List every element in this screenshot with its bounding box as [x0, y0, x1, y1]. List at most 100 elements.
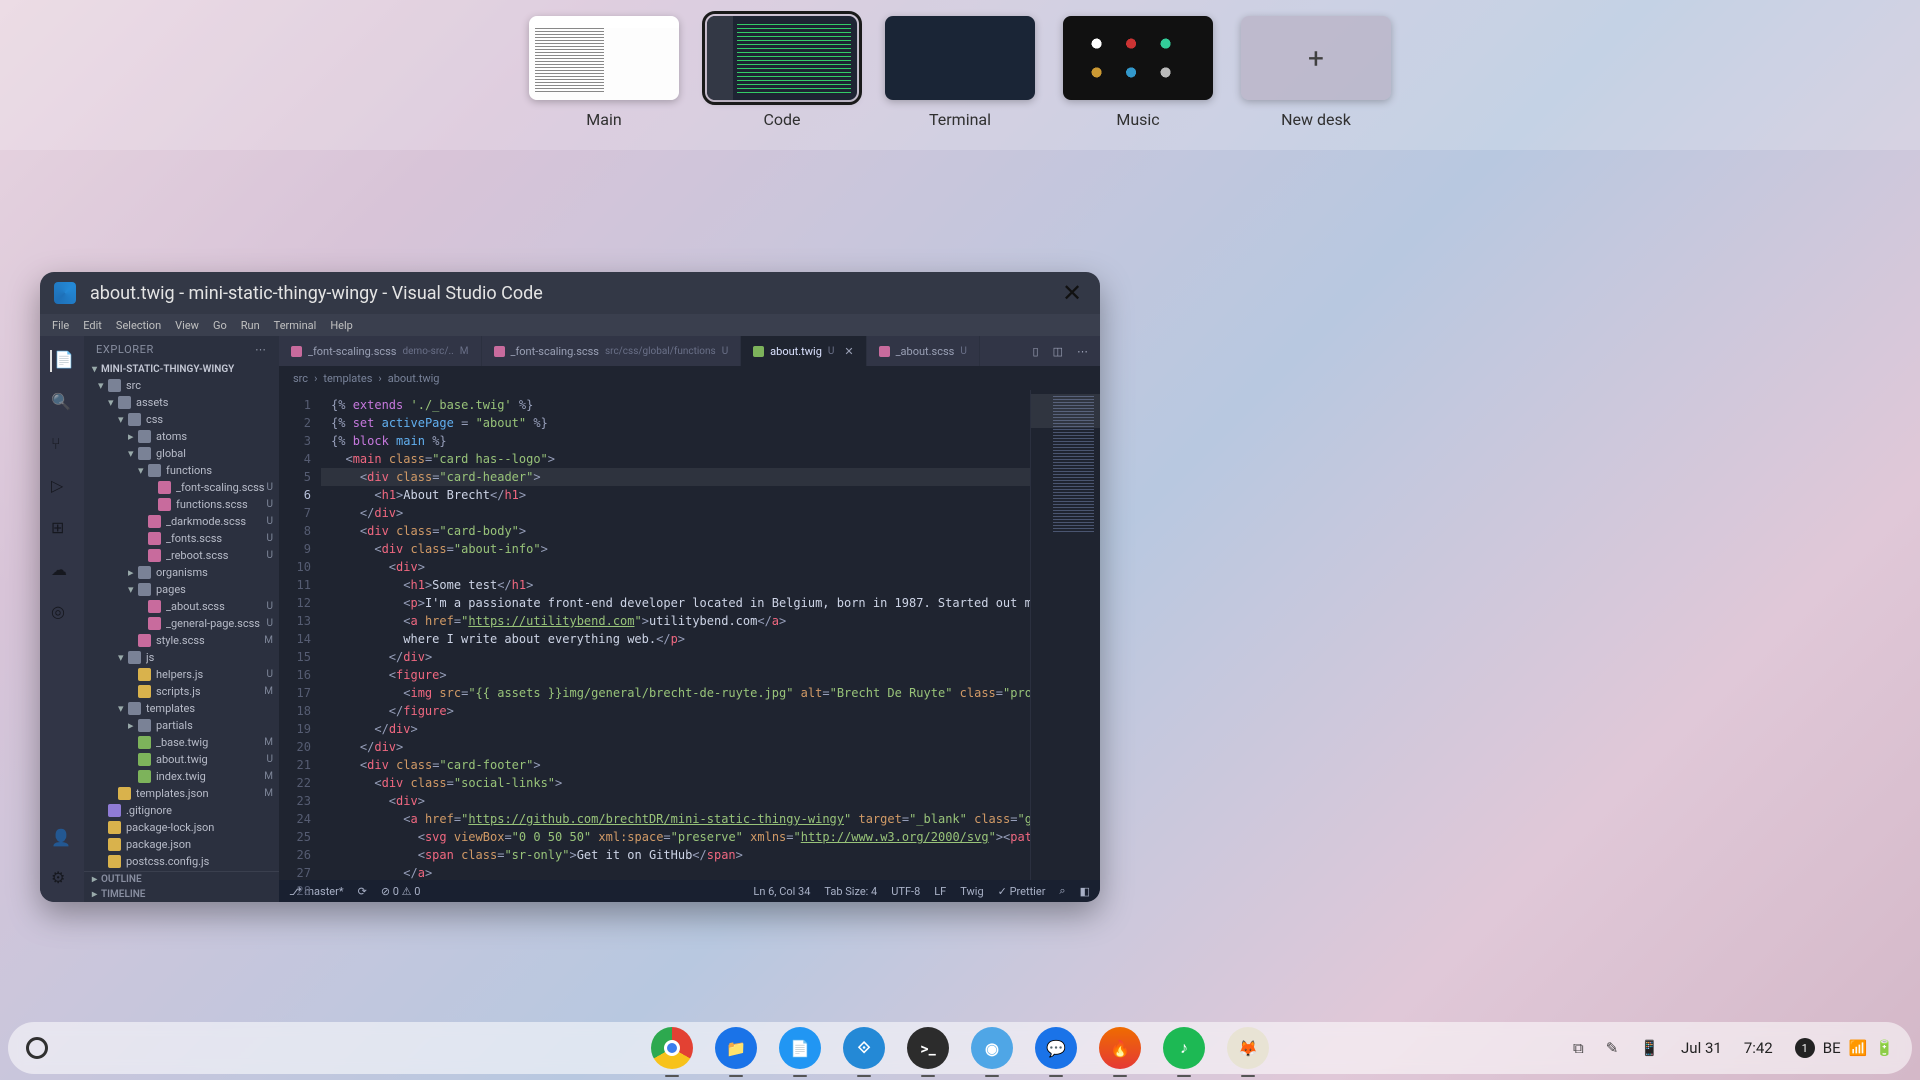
status-item[interactable]: LF [934, 885, 946, 898]
app-spotify[interactable]: ♪ [1163, 1027, 1205, 1069]
app-terminal[interactable]: >_ [907, 1027, 949, 1069]
account-icon[interactable]: 👤 [51, 828, 73, 850]
minimap[interactable] [1030, 390, 1100, 880]
scm-icon[interactable]: ⑂ [51, 434, 73, 456]
menu-run[interactable]: Run [241, 319, 260, 332]
file-item[interactable]: style.scssM [88, 632, 279, 649]
overview-window-vscode[interactable]: about.twig - mini-static-thingy-wingy - … [40, 272, 1100, 902]
tab-action-icon[interactable]: ▯ [1033, 345, 1039, 358]
code-editor[interactable]: 1234567891011121314151617181920212223242… [279, 390, 1100, 880]
status-item[interactable]: Twig [960, 885, 983, 898]
folder-item[interactable]: ▾js [88, 649, 279, 666]
remote-icon[interactable]: ☁ [51, 560, 73, 582]
menu-terminal[interactable]: Terminal [274, 319, 317, 332]
file-item[interactable]: package-lock.json [88, 819, 279, 836]
status-area[interactable]: 1 BE 📶 🔋 [1795, 1038, 1894, 1058]
app-docs[interactable]: 📄 [779, 1027, 821, 1069]
file-item[interactable]: functions.scssU [88, 496, 279, 513]
live-icon[interactable]: ◎ [51, 602, 73, 624]
crumb[interactable]: src [293, 372, 308, 385]
status-item[interactable]: ⌕ [1059, 884, 1065, 898]
app-gimp[interactable]: 🦊 [1227, 1027, 1269, 1069]
file-item[interactable]: .gitignore [88, 802, 279, 819]
app-vscode[interactable]: ⟐ [843, 1027, 885, 1069]
status-item[interactable]: Ln 6, Col 34 [753, 885, 810, 898]
explorer-icon[interactable]: 📄 [50, 350, 72, 372]
file-item[interactable]: _reboot.scssU [88, 547, 279, 564]
code-area[interactable]: {% extends './_base.twig' %}{% set activ… [321, 390, 1030, 880]
folder-item[interactable]: ▾global [88, 445, 279, 462]
folder-item[interactable]: ▾pages [88, 581, 279, 598]
app-messages[interactable]: 💬 [1035, 1027, 1077, 1069]
status-item[interactable]: ✓ Prettier [998, 885, 1046, 898]
menu-edit[interactable]: Edit [83, 319, 102, 332]
tab-action-icon[interactable]: ◫ [1053, 345, 1063, 358]
folder-item[interactable]: ▾src [88, 377, 279, 394]
folder-item[interactable]: ▾functions [88, 462, 279, 479]
tab-action-icon[interactable]: ⋯ [1077, 345, 1088, 358]
tote-icon[interactable]: ⧉ [1573, 1039, 1584, 1057]
file-item[interactable]: postcss.config.js [88, 853, 279, 870]
menu-selection[interactable]: Selection [116, 319, 161, 332]
desk-code[interactable]: Code [707, 16, 857, 129]
file-item[interactable]: _font-scaling.scssU [88, 479, 279, 496]
file-item[interactable]: helpers.jsU [88, 666, 279, 683]
file-item[interactable]: _base.twigM [88, 734, 279, 751]
breadcrumb[interactable]: src›templates›about.twig [279, 366, 1100, 390]
desk-music[interactable]: Music [1063, 16, 1213, 129]
menu-help[interactable]: Help [330, 319, 353, 332]
timeline-section[interactable]: ▸TIMELINE [84, 887, 279, 902]
file-item[interactable]: index.twigM [88, 768, 279, 785]
outline-section[interactable]: ▸OUTLINE [84, 872, 279, 887]
status-item[interactable]: ⊘ 0 ⚠ 0 [381, 885, 421, 898]
app-chrome[interactable] [651, 1027, 693, 1069]
debug-icon[interactable]: ▷ [51, 476, 73, 498]
menu-file[interactable]: File [52, 319, 69, 332]
tab--font-scaling-scss[interactable]: _font-scaling.scsssrc/css/global/functio… [482, 336, 742, 366]
app-files[interactable]: 📁 [715, 1027, 757, 1069]
status-item[interactable]: Tab Size: 4 [824, 885, 877, 898]
status-item[interactable]: UTF-8 [891, 885, 920, 898]
file-item[interactable]: _fonts.scssU [88, 530, 279, 547]
file-item[interactable]: _about.scssU [88, 598, 279, 615]
explorer-more-icon[interactable]: ⋯ [255, 343, 267, 356]
new-desk-button[interactable]: +New desk [1241, 16, 1391, 129]
app-chromium[interactable]: ◉ [971, 1027, 1013, 1069]
folder-item[interactable]: ▾css [88, 411, 279, 428]
folder-item[interactable]: ▾assets [88, 394, 279, 411]
gear-icon[interactable]: ⚙ [51, 868, 73, 890]
close-icon[interactable]: ✕ [844, 345, 853, 358]
desk-terminal[interactable]: Terminal [885, 16, 1035, 129]
status-item[interactable]: ⟳ [358, 885, 367, 898]
launcher-icon[interactable] [26, 1037, 48, 1059]
crumb[interactable]: templates [323, 372, 372, 385]
tray-time[interactable]: 7:42 [1744, 1039, 1773, 1057]
phone-icon[interactable]: 📱 [1640, 1039, 1659, 1057]
menu-view[interactable]: View [175, 319, 199, 332]
extensions-icon[interactable]: ⊞ [51, 518, 73, 540]
search-icon[interactable]: 🔍 [51, 392, 73, 414]
app-firebase[interactable]: 🔥 [1099, 1027, 1141, 1069]
tab--about-scss[interactable]: _about.scssU [867, 336, 980, 366]
file-item[interactable]: templates.jsonM [88, 785, 279, 802]
folder-item[interactable]: ▸partials [88, 717, 279, 734]
close-icon[interactable]: ✕ [1058, 279, 1086, 307]
status-item[interactable]: ◧ [1080, 885, 1090, 898]
folder-item[interactable]: ▸organisms [88, 564, 279, 581]
file-item[interactable]: _darkmode.scssU [88, 513, 279, 530]
menu-go[interactable]: Go [213, 319, 227, 332]
file-tree[interactable]: ▾src▾assets▾css▸atoms▾global▾functions_f… [84, 377, 279, 871]
file-item[interactable]: scripts.jsM [88, 683, 279, 700]
desk-main[interactable]: Main [529, 16, 679, 129]
tab--font-scaling-scss[interactable]: _font-scaling.scssdemo-src/..M [279, 336, 482, 366]
tray-date[interactable]: Jul 31 [1681, 1039, 1722, 1057]
crumb[interactable]: about.twig [388, 372, 440, 385]
file-item[interactable]: package.json [88, 836, 279, 853]
stylus-icon[interactable]: ✎ [1606, 1039, 1619, 1057]
file-item[interactable]: _general-page.scssU [88, 615, 279, 632]
folder-item[interactable]: ▾templates [88, 700, 279, 717]
folder-item[interactable]: ▸atoms [88, 428, 279, 445]
tab-about-twig[interactable]: about.twigU✕ [741, 336, 866, 366]
file-item[interactable]: about.twigU [88, 751, 279, 768]
project-root[interactable]: ▾MINI-STATIC-THINGY-WINGY [84, 362, 279, 377]
